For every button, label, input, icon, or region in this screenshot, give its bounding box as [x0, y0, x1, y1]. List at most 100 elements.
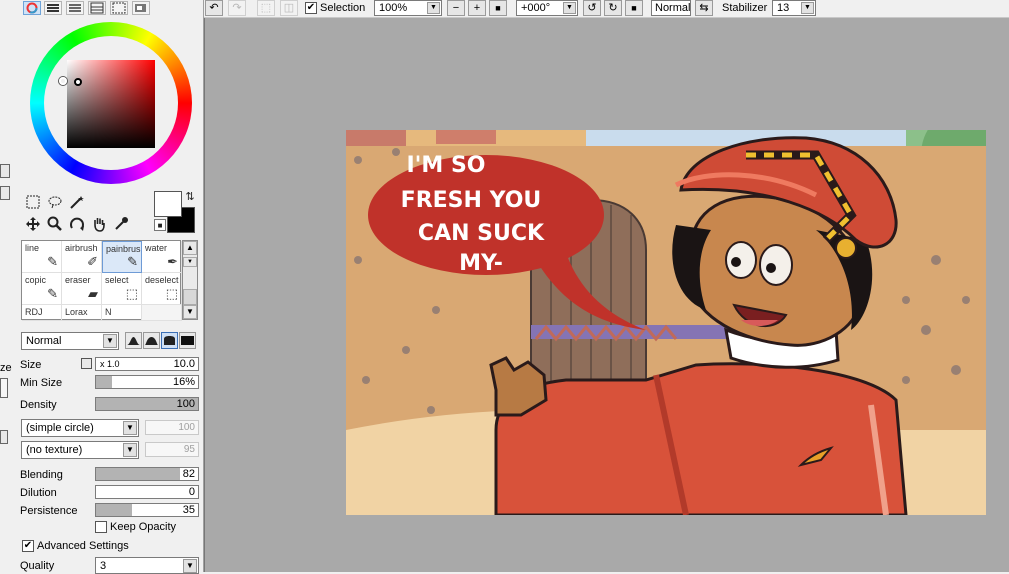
- eraser-icon: ▰: [88, 286, 98, 301]
- magic-wand-icon[interactable]: [67, 193, 87, 211]
- sliders-icon: [69, 4, 81, 12]
- move-icon[interactable]: [23, 215, 43, 233]
- water-brush-icon: ✒: [167, 254, 178, 269]
- keep-opacity-checkbox[interactable]: [95, 521, 107, 533]
- blending-slider[interactable]: 82: [95, 467, 199, 481]
- eyedropper-icon[interactable]: [111, 215, 131, 233]
- brush-tool-empty-slot[interactable]: [142, 305, 182, 321]
- brush-texture-select[interactable]: (no texture) ▼: [21, 441, 139, 459]
- scroll-up-icon[interactable]: ▲: [183, 241, 197, 255]
- brush-shape-medium-button[interactable]: [143, 332, 160, 349]
- hue-ring[interactable]: [30, 22, 192, 184]
- zoom-select[interactable]: 100% ▼: [374, 0, 442, 16]
- swap-colors-icon[interactable]: ⇅: [183, 190, 197, 204]
- brush-shape-square-button[interactable]: [179, 332, 196, 349]
- brush-shape-select[interactable]: (simple circle) ▼: [21, 419, 139, 437]
- min-size-slider[interactable]: 16%: [95, 375, 199, 389]
- edge-scroll-box[interactable]: [0, 378, 8, 398]
- reset-colors-icon[interactable]: ■: [154, 219, 166, 231]
- rotate-icon[interactable]: [67, 215, 87, 233]
- edge-partial-label: ze: [0, 362, 12, 374]
- quality-select[interactable]: 3 ▼: [95, 557, 199, 574]
- density-slider[interactable]: 100: [95, 397, 199, 411]
- advanced-settings-checkbox[interactable]: ✔: [22, 540, 34, 552]
- zoom-reset-icon[interactable]: ■: [489, 0, 507, 16]
- brush-tool-lorax[interactable]: Lorax: [62, 305, 102, 321]
- scroll-down-icon[interactable]: ▼: [183, 257, 197, 267]
- collapsed-panel-button[interactable]: [0, 186, 10, 200]
- redo-icon[interactable]: ↷: [228, 0, 246, 16]
- rect-select-icon[interactable]: [23, 193, 43, 211]
- scratchpad-icon: [135, 4, 146, 12]
- select-brush-icon: ⬚: [125, 286, 138, 301]
- brush-shape-soft-button[interactable]: [125, 332, 142, 349]
- hue-marker[interactable]: [59, 77, 67, 85]
- sv-marker[interactable]: [74, 78, 82, 86]
- canvas-workspace[interactable]: I'M SO FRESH YOU CAN SUCK MY-: [204, 18, 1009, 572]
- brush-tool-water[interactable]: water ✒: [142, 241, 182, 273]
- brush-tool-deselect[interactable]: deselect ⬚: [142, 273, 182, 305]
- deselect-brush-icon: ⬚: [165, 286, 178, 301]
- size-lock-button[interactable]: [81, 358, 92, 369]
- collapsed-panel-button[interactable]: [0, 164, 10, 178]
- drawing-canvas[interactable]: I'M SO FRESH YOU CAN SUCK MY-: [346, 130, 986, 515]
- brush-tool-n[interactable]: N: [102, 305, 142, 321]
- undo-icon[interactable]: ↶: [205, 0, 223, 16]
- brush-blend-mode-select[interactable]: Normal ▼: [21, 332, 119, 350]
- blending-label: Blending: [20, 469, 63, 481]
- shape-strength-field[interactable]: 100: [145, 420, 199, 435]
- rotate-cw-icon[interactable]: ↻: [604, 0, 622, 16]
- scratchpad-tab[interactable]: [132, 1, 150, 15]
- scroll-down-icon[interactable]: ▼: [183, 305, 197, 319]
- dilution-slider[interactable]: 0: [95, 485, 199, 499]
- rotate-ccw-icon[interactable]: ↺: [583, 0, 601, 16]
- hsv-sliders-tab[interactable]: [66, 1, 84, 15]
- brush-tool-paintbrush[interactable]: painbrus ✎: [102, 241, 142, 273]
- brush-tool-line[interactable]: line ✎: [22, 241, 62, 273]
- zoom-icon[interactable]: [45, 215, 65, 233]
- airbrush-icon: ✐: [87, 254, 98, 269]
- primary-color-swatch[interactable]: [154, 191, 182, 217]
- artwork: I'M SO FRESH YOU CAN SUCK MY-: [346, 130, 986, 515]
- lasso-icon[interactable]: [45, 193, 65, 211]
- chevron-down-icon: ▼: [183, 559, 197, 573]
- edge-scroll-box[interactable]: [0, 430, 8, 444]
- brush-tool-rdj[interactable]: RDJ: [22, 305, 62, 321]
- scroll-thumb[interactable]: [183, 289, 197, 305]
- brush-tool-copic[interactable]: copic ✎: [22, 273, 62, 305]
- zoom-out-icon[interactable]: −: [447, 0, 465, 16]
- color-list-tab[interactable]: [88, 1, 106, 15]
- slider-fill: [96, 504, 132, 516]
- color-wheel-tab[interactable]: [23, 1, 41, 15]
- size-slider[interactable]: x 1.0 10.0: [95, 357, 199, 371]
- selection-label: Selection: [320, 2, 366, 14]
- invert-selection-icon[interactable]: ◫: [280, 0, 298, 16]
- deselect-icon[interactable]: ⬚: [257, 0, 275, 16]
- flip-horizontal-icon[interactable]: ⇆: [695, 0, 713, 16]
- hand-icon[interactable]: [89, 215, 109, 233]
- chevron-down-icon: ▼: [563, 2, 576, 14]
- chevron-down-icon: ▼: [123, 443, 137, 457]
- advanced-settings-label: Advanced Settings: [37, 540, 129, 552]
- saturation-value-square[interactable]: [67, 60, 155, 148]
- marker-icon: ✎: [47, 286, 58, 301]
- sliders-icon: [47, 4, 59, 12]
- brush-tool-grid: line ✎ airbrush ✐ painbrus ✎ water ✒ cop…: [21, 240, 182, 321]
- swatches-tab[interactable]: [110, 1, 128, 15]
- rotation-reset-icon[interactable]: ■: [625, 0, 643, 16]
- texture-strength-field[interactable]: 95: [145, 442, 199, 457]
- stabilizer-select[interactable]: 13 ▼: [772, 0, 816, 16]
- selection-checkbox[interactable]: ✔: [305, 2, 317, 14]
- rotation-select[interactable]: +000° ▼: [516, 0, 578, 16]
- persistence-slider[interactable]: 35: [95, 503, 199, 517]
- brush-tool-select[interactable]: select ⬚: [102, 273, 142, 305]
- brush-shape-hard-button[interactable]: [161, 332, 178, 349]
- slider-fill: [96, 468, 180, 480]
- rgb-sliders-tab[interactable]: [44, 1, 62, 15]
- brush-grid-scrollbar[interactable]: ▲ ▼ ▼: [182, 240, 198, 320]
- top-toolbar: ↶ ↷ ⬚ ◫ ✔ Selection 100% ▼ − + ■ +000° ▼…: [204, 0, 1009, 18]
- brush-tool-eraser[interactable]: eraser ▰: [62, 273, 102, 305]
- zoom-in-icon[interactable]: +: [468, 0, 486, 16]
- brush-tool-airbrush[interactable]: airbrush ✐: [62, 241, 102, 273]
- view-blend-mode-field[interactable]: Normal: [651, 0, 691, 16]
